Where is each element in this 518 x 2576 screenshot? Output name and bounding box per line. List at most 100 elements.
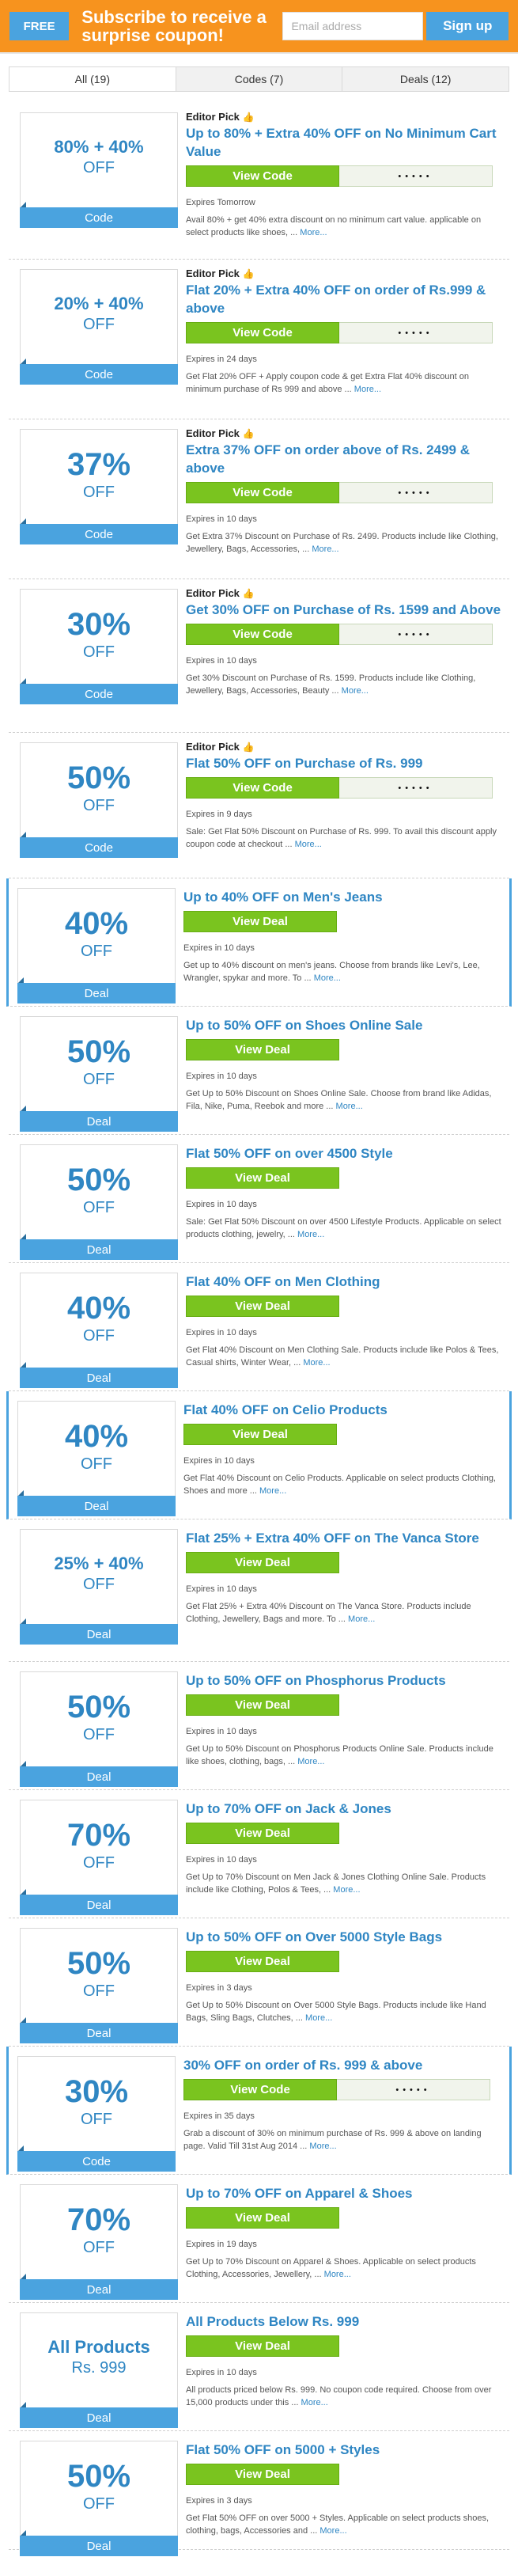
subscribe-text: Subscribe to receive a surprise coupon!	[81, 7, 267, 45]
tab-codes[interactable]: Codes (7)	[175, 67, 342, 91]
view-deal-button[interactable]: View Deal	[186, 1296, 339, 1317]
expiry-text: Expires in 35 days	[183, 2111, 255, 2121]
tab-deals[interactable]: Deals (12)	[342, 67, 509, 91]
discount-value: All Products	[47, 2337, 150, 2357]
editor-pick: Editor Pick 👍	[186, 111, 503, 123]
view-code-button[interactable]: View Code	[183, 2079, 337, 2100]
description-text: Get Extra 37% Discount on Purchase of Rs…	[186, 532, 498, 554]
discount-label: OFF	[83, 797, 115, 814]
view-deal-button[interactable]: View Deal	[186, 1694, 339, 1716]
view-deal-button[interactable]: View Deal	[186, 1951, 339, 1972]
offer-title[interactable]: Extra 37% OFF on order above of Rs. 2499…	[186, 441, 503, 477]
expiry-text: Expires Tomorrow	[186, 198, 255, 207]
more-link[interactable]: More...	[312, 544, 338, 554]
offer-content: Flat 40% OFF on Celio Products View Deal E…	[183, 1399, 503, 1497]
expiry-text: Expires in 10 days	[186, 1072, 257, 1081]
view-deal-button[interactable]: View Deal	[183, 1424, 337, 1445]
discount-value: 25% + 40%	[54, 1554, 144, 1573]
view-deal-button[interactable]: View Deal	[183, 911, 337, 932]
hidden-code[interactable]: •••••	[339, 624, 493, 645]
view-deal-button[interactable]: View Deal	[186, 1823, 339, 1844]
more-link[interactable]: More...	[354, 385, 381, 394]
offer-type-label: Deal	[20, 2279, 178, 2300]
offer-title[interactable]: Flat 40% OFF on Men Clothing	[186, 1273, 503, 1291]
more-link[interactable]: More...	[309, 2142, 336, 2151]
view-deal-button[interactable]: View Deal	[186, 1039, 339, 1060]
discount-label: OFF	[83, 159, 115, 176]
offer-title[interactable]: Flat 50% OFF on 5000 + Styles	[186, 2441, 503, 2459]
offer-card: 40% OFF Deal Flat 40% OFF on Men Clothing Vi…	[9, 1263, 509, 1391]
discount-value: 20% + 40%	[54, 294, 144, 313]
editor-pick: Editor Pick 👍	[186, 741, 503, 753]
view-code-button[interactable]: View Code	[186, 624, 339, 645]
more-link[interactable]: More...	[348, 1614, 375, 1624]
more-link[interactable]: More...	[336, 1102, 363, 1111]
offer-title[interactable]: All Products Below Rs. 999	[186, 2312, 503, 2331]
more-link[interactable]: More...	[297, 1230, 324, 1239]
offer-content: Flat 40% OFF on Men Clothing View Deal Exp…	[186, 1271, 503, 1369]
more-link[interactable]: More...	[324, 2270, 351, 2279]
more-link[interactable]: More...	[303, 1358, 330, 1368]
view-deal-button[interactable]: View Deal	[186, 2335, 339, 2357]
expiry-text: Expires in 3 days	[186, 2496, 252, 2506]
view-code-button[interactable]: View Code	[186, 482, 339, 503]
more-link[interactable]: More...	[297, 1757, 324, 1766]
offer-type-label: Deal	[20, 2023, 178, 2043]
more-link[interactable]: More...	[301, 2398, 328, 2407]
hidden-code[interactable]: •••••	[339, 777, 493, 799]
offer-content: Up to 70% OFF on Apparel & Shoes View Dea…	[186, 2183, 503, 2281]
offer-title[interactable]: Up to 50% OFF on Shoes Online Sale	[186, 1016, 503, 1034]
offer-title[interactable]: Up to 50% OFF on Over 5000 Style Bags	[186, 1928, 503, 1946]
hidden-code[interactable]: •••••	[337, 2079, 490, 2100]
more-link[interactable]: More...	[300, 228, 327, 237]
more-link[interactable]: More...	[333, 1885, 360, 1895]
more-link[interactable]: More...	[259, 1486, 286, 1496]
coupon-page: FREE Subscribe to receive a surprise cou…	[0, 0, 518, 2576]
hidden-code[interactable]: •••••	[339, 482, 493, 503]
view-deal-button[interactable]: View Deal	[186, 2464, 339, 2485]
more-link[interactable]: More...	[305, 2013, 332, 2023]
editor-pick-label: Editor Pick	[186, 267, 240, 279]
view-code-button[interactable]: View Code	[186, 777, 339, 799]
expiry-text: Expires in 10 days	[186, 514, 257, 524]
signup-button[interactable]: Sign up	[426, 12, 509, 40]
offer-type-label: Deal	[20, 1624, 178, 1645]
view-deal-button[interactable]: View Deal	[186, 1167, 339, 1189]
offer-title[interactable]: Flat 50% OFF on Purchase of Rs. 999	[186, 754, 503, 772]
offer-title[interactable]: Up to 70% OFF on Apparel & Shoes	[186, 2184, 503, 2202]
offer-title[interactable]: Flat 40% OFF on Celio Products	[183, 1401, 503, 1419]
offer-title[interactable]: Up to 80% + Extra 40% OFF on No Minimum …	[186, 124, 503, 161]
view-deal-button[interactable]: View Deal	[186, 1552, 339, 1573]
view-deal-button[interactable]: View Deal	[186, 2207, 339, 2229]
offer-content: Up to 50% OFF on Shoes Online Sale View D…	[186, 1015, 503, 1113]
offer-title[interactable]: 30% OFF on order of Rs. 999 & above	[183, 2056, 503, 2074]
offer-title[interactable]: Up to 70% OFF on Jack & Jones	[186, 1800, 503, 1818]
offer-card: 25% + 40% OFF Deal Flat 25% + Extra 40% OFF…	[9, 1519, 509, 1662]
offer-title[interactable]: Up to 40% OFF on Men's Jeans	[183, 888, 503, 906]
more-link[interactable]: More...	[295, 840, 322, 849]
offer-title[interactable]: Flat 20% + Extra 40% OFF on order of Rs.…	[186, 281, 503, 317]
discount-badge: 50% OFF Code	[20, 742, 178, 858]
offer-card: 70% OFF Deal Up to 70% OFF on Jack & Jones V…	[9, 1790, 509, 1918]
tab-all[interactable]: All (19)	[9, 67, 176, 91]
offer-card: 50% OFF Code Editor Pick 👍 Flat 50% OFF on Pu…	[9, 733, 509, 878]
hidden-code[interactable]: •••••	[339, 322, 493, 343]
discount-badge: 30% OFF Code	[20, 589, 178, 704]
hidden-code[interactable]: •••••	[339, 165, 493, 187]
offer-title[interactable]: Flat 25% + Extra 40% OFF on The Vanca St…	[186, 1529, 503, 1547]
offer-title[interactable]: Get 30% OFF on Purchase of Rs. 1599 and …	[186, 601, 503, 619]
discount-label: OFF	[83, 484, 115, 501]
offer-description: Get Up to 70% Discount on Apparel & Shoe…	[186, 2255, 503, 2281]
offer-title[interactable]: Up to 50% OFF on Phosphorus Products	[186, 1671, 503, 1690]
more-link[interactable]: More...	[314, 973, 341, 983]
view-code-button[interactable]: View Code	[186, 165, 339, 187]
more-link[interactable]: More...	[342, 686, 369, 696]
discount-label: OFF	[83, 1726, 115, 1743]
description-text: Sale: Get Flat 50% Discount on over 4500…	[186, 1217, 501, 1239]
more-link[interactable]: More...	[319, 2526, 346, 2536]
email-input[interactable]	[282, 12, 424, 40]
offer-title[interactable]: Flat 50% OFF on over 4500 Style	[186, 1144, 503, 1163]
editor-pick: Editor Pick 👍	[186, 587, 503, 599]
view-code-button[interactable]: View Code	[186, 322, 339, 343]
thumbs-up-icon: 👍	[242, 427, 255, 439]
